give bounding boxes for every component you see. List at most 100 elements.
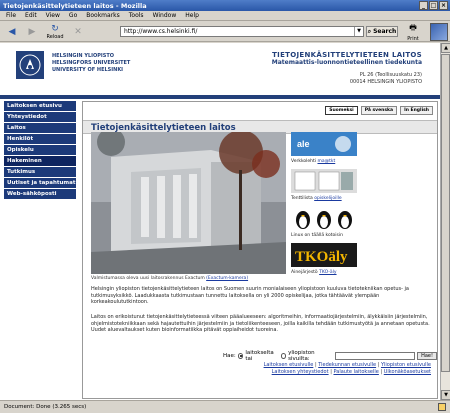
search-scope-university-radio[interactable] — [280, 353, 287, 359]
search-prompt-label: Hae: — [223, 353, 236, 359]
thumb-caption-text: Verkkolehti — [291, 159, 318, 164]
status-bar: Document: Done (3.265 secs) — [0, 400, 450, 413]
faculty-name: Matemaattis-luonnontieteellinen tiedekun… — [271, 59, 422, 66]
nav-henkilot[interactable]: Henkilöt — [4, 134, 76, 144]
university-seal-icon — [19, 54, 41, 76]
nav-web-sahkoposti[interactable]: Web-sähköposti — [4, 189, 76, 199]
svg-text:TKOäly: TKOäly — [295, 249, 348, 265]
thumb-item[interactable]: ale Verkkolehti ma@tkt — [291, 132, 361, 164]
address-line-2: 00014 HELSINGIN YLIOPISTO — [349, 79, 422, 85]
footer-link-ulkonako[interactable]: Ulkonäköasetukset — [384, 369, 431, 375]
url-dropdown-icon[interactable]: ▼ — [354, 27, 363, 36]
thumb-item[interactable]: TKOäly Ainejärjestö TKO-äly — [291, 243, 361, 275]
lang-english[interactable]: In English — [400, 106, 433, 115]
photo-caption-text: Valmistumassa oleva uusi laitosrakennus … — [91, 276, 205, 281]
menu-go[interactable]: Go — [69, 12, 77, 19]
mozilla-throbber-icon — [430, 23, 448, 41]
search-icon: ⌕ — [367, 27, 372, 35]
scroll-down-arrow-icon[interactable]: ▼ — [441, 390, 450, 400]
verkkolehti-image: ale — [291, 132, 357, 156]
status-text: Document: Done (3.265 secs) — [4, 404, 87, 410]
search-scope-department-label: laitokselta tai — [245, 350, 274, 362]
language-tabs: Suomeksi På svenska In English — [325, 106, 433, 115]
menu-file[interactable]: File — [6, 12, 16, 19]
forward-arrow-icon: ▶ — [28, 26, 36, 37]
address-line-1: PL 26 (Teollisuuskatu 23) — [359, 72, 422, 78]
menu-edit[interactable]: Edit — [25, 12, 37, 19]
url-text: http://www.cs.helsinki.fi/ — [124, 28, 198, 35]
footer-link-palaute[interactable]: Palaute laitokselle — [333, 369, 378, 375]
photo-caption: Valmistumassa oleva uusi laitosrakennus … — [91, 276, 248, 281]
focus-areas-paragraph: Laitos on erikoistunut tietojenkäsittely… — [91, 314, 430, 334]
lang-svenska[interactable]: På svenska — [360, 106, 398, 115]
vertical-scrollbar[interactable]: ▲ ▼ — [440, 43, 450, 400]
nav-hakeminen[interactable]: Hakeminen — [4, 156, 76, 166]
exactum-building-image — [91, 132, 286, 274]
thumb-caption-link[interactable]: ma@tkt — [317, 159, 335, 164]
nav-laitoksen-etusivu[interactable]: Laitoksen etusivu — [4, 101, 76, 111]
tko-aly-logo-image: TKOäly — [291, 243, 357, 267]
scroll-thumb[interactable] — [441, 54, 450, 372]
lang-suomeksi[interactable]: Suomeksi — [325, 106, 358, 115]
footer-links: Laitoksen etusivulle | Tiedekunnan etusi… — [264, 362, 431, 376]
page-header: HELSINGIN YLIOPISTO HELSINGFORS UNIVERSI… — [0, 43, 440, 95]
security-lock-icon[interactable] — [438, 403, 446, 411]
thumbnail-column: ale Verkkolehti ma@tkt Tenttilista opisk… — [291, 132, 361, 280]
nav-uutiset[interactable]: Uutiset ja tapahtumat — [4, 178, 76, 188]
footer-link-yliopisto[interactable]: Yliopiston etusivulle — [381, 362, 431, 368]
building-photo — [91, 132, 286, 274]
minimize-button[interactable]: _ — [419, 1, 428, 10]
search-label: Search — [373, 28, 397, 35]
menu-window[interactable]: Window — [153, 12, 177, 19]
url-field[interactable]: http://www.cs.helsinki.fi/ ▼ — [120, 26, 364, 37]
department-title: TIETOJENKÄSITTELYTIETEEN LAITOS — [272, 51, 422, 59]
window-title: Tietojenkäsittelytieteen laitos - Mozill… — [3, 1, 147, 10]
back-button[interactable]: ◀ — [4, 24, 20, 40]
thumb-item[interactable]: Linux on täällä kotoisin — [291, 206, 361, 238]
web-page: HELSINGIN YLIOPISTO HELSINGFORS UNIVERSI… — [0, 43, 440, 400]
forward-button[interactable]: ▶ — [24, 24, 40, 40]
nav-laitos[interactable]: Laitos — [4, 123, 76, 133]
menu-bar: File Edit View Go Bookmarks Tools Window… — [0, 11, 450, 21]
close-button[interactable]: × — [439, 1, 448, 10]
scroll-up-arrow-icon[interactable]: ▲ — [441, 43, 450, 53]
search-scope-university-label: yliopiston sivuilta: — [288, 350, 315, 362]
svg-text:ale: ale — [297, 139, 310, 149]
department-header: TIETOJENKÄSITTELYTIETEEN LAITOS Matemaat… — [272, 51, 422, 86]
nav-tutkimus[interactable]: Tutkimus — [4, 167, 76, 177]
header-divider — [0, 95, 440, 99]
nav-opiskelu[interactable]: Opiskelu — [4, 145, 76, 155]
maximize-button[interactable]: □ — [429, 1, 438, 10]
site-search-input[interactable] — [334, 352, 416, 360]
search-scope-department-radio[interactable] — [237, 353, 244, 359]
menu-view[interactable]: View — [46, 12, 60, 19]
university-name-sv: HELSINGFORS UNIVERSITET — [52, 60, 131, 66]
footer-link-laitos[interactable]: Laitoksen etusivulle — [264, 362, 314, 368]
footer-link-tiedekunta[interactable]: Tiedekunnan etusivulle — [318, 362, 376, 368]
intro-paragraph: Helsingin yliopiston tietojenkäsittelyti… — [91, 286, 409, 306]
site-search-button[interactable]: Hae! — [417, 352, 437, 360]
back-arrow-icon: ◀ — [8, 26, 16, 37]
menu-bookmarks[interactable]: Bookmarks — [86, 12, 120, 19]
menu-tools[interactable]: Tools — [129, 12, 144, 19]
navigation-toolbar: ◀ ▶ ↻ Reload ✕ http://www.cs.helsinki.fi… — [0, 22, 450, 42]
exactum-camera-link[interactable]: (Exactum-kamera) — [206, 276, 248, 281]
stop-icon: ✕ — [74, 26, 82, 37]
print-button[interactable]: 🖶 Print — [402, 23, 424, 42]
nav-yhteystiedot[interactable]: Yhteystiedot — [4, 112, 76, 122]
reload-button[interactable]: ↻ Reload — [44, 24, 66, 40]
thumb-caption-text: Linux on täällä kotoisin — [291, 233, 343, 238]
thumb-item[interactable]: Tenttilista opiskelijoille — [291, 169, 361, 201]
site-search: Hae: laitokselta tai yliopiston sivuilta… — [223, 350, 437, 362]
footer-link-yhteystiedot[interactable]: Laitoksen yhteystiedot — [272, 369, 329, 375]
window-titlebar: Tietojenkäsittelytieteen laitos - Mozill… — [0, 0, 450, 11]
linux-penguin-image — [291, 206, 357, 230]
thumb-caption-link[interactable]: TKO-äly — [319, 270, 336, 275]
menu-help[interactable]: Help — [185, 12, 199, 19]
search-button[interactable]: ⌕ Search — [366, 26, 398, 37]
thumb-caption-link[interactable]: opiskelijoille — [314, 196, 341, 201]
footer-separator: | — [330, 369, 332, 375]
tenttilista-image — [291, 169, 357, 193]
footer-separator: | — [380, 369, 383, 375]
stop-button[interactable]: ✕ — [70, 24, 86, 40]
